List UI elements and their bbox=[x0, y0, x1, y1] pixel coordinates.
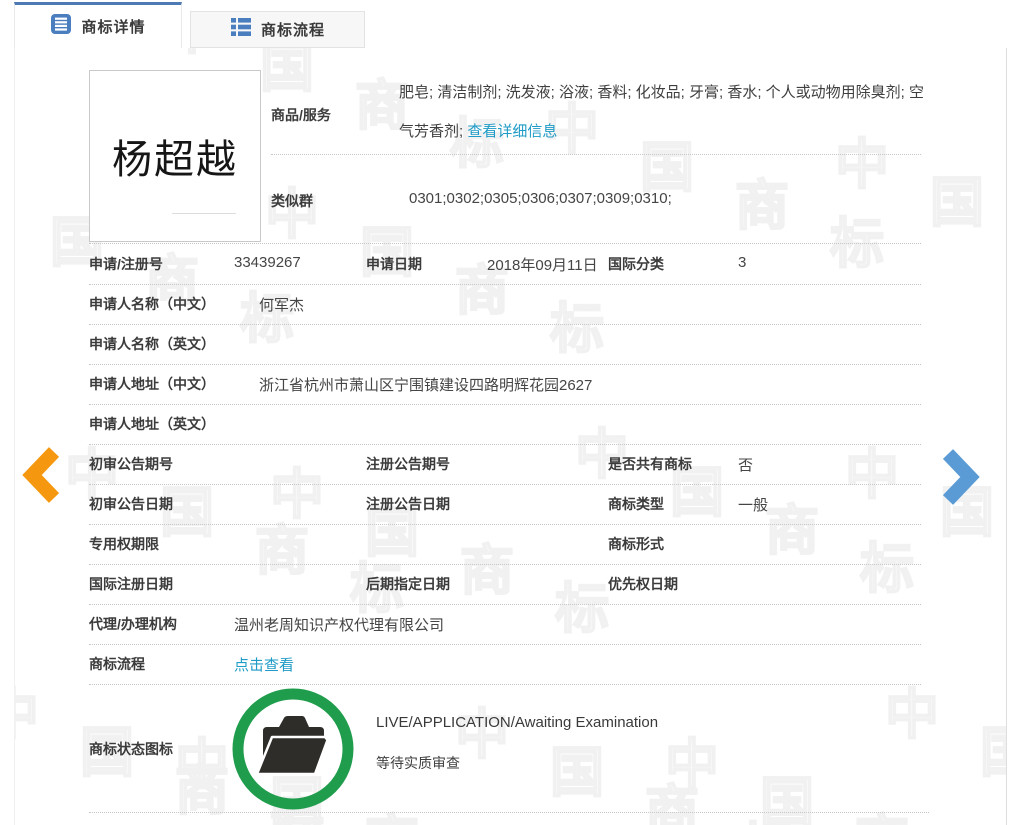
tab-label: 商标流程 bbox=[261, 19, 325, 40]
row-application-number: 申请/注册号 33439267 申请日期 2018年09月11日 国际分类 3 bbox=[15, 254, 1006, 276]
status-text-en: LIVE/APPLICATION/Awaiting Examination bbox=[376, 714, 658, 731]
trademark-image-underline bbox=[172, 213, 236, 214]
goods-services-label: 商品/服务 bbox=[271, 105, 331, 125]
field-label: 申请人地址（中文） bbox=[89, 374, 215, 394]
row-separator bbox=[89, 444, 921, 445]
row-trademark-process: 商标流程 点击查看 bbox=[15, 654, 1006, 676]
field-label: 专用权期限 bbox=[89, 534, 159, 554]
goods-services-value: 肥皂; 清洁制剂; 洗发液; 浴液; 香料; 化妆品; 牙膏; 香水; 个人或动… bbox=[399, 73, 931, 151]
row-applicant-name-cn: 申请人名称（中文） 何军杰 bbox=[15, 294, 1006, 316]
tab-bar: 商标详情 商标流程 bbox=[0, 0, 1013, 48]
row-separator bbox=[271, 154, 921, 155]
tab-trademark-process[interactable]: 商标流程 bbox=[190, 11, 365, 48]
next-arrow-button[interactable] bbox=[942, 449, 982, 510]
tab-label: 商标详情 bbox=[81, 16, 145, 37]
field-label: 商标流程 bbox=[89, 654, 145, 674]
trademark-image-text: 杨超越 bbox=[112, 127, 238, 185]
row-separator bbox=[89, 524, 921, 525]
field-value: 33439267 bbox=[234, 254, 301, 271]
field-label: 初审公告日期 bbox=[89, 494, 173, 514]
field-label: 代理/办理机构 bbox=[89, 614, 177, 634]
row-separator bbox=[89, 243, 921, 244]
row-separator bbox=[89, 644, 921, 645]
field-label: 申请/注册号 bbox=[89, 254, 163, 274]
row-applicant-address-cn: 申请人地址（中文） 浙江省杭州市萧山区宁围镇建设四路明辉花园2627 bbox=[15, 374, 1006, 396]
field-label: 注册公告期号 bbox=[366, 454, 450, 474]
row-agency: 代理/办理机构 温州老周知识产权代理有限公司 bbox=[15, 614, 1006, 636]
row-gazette-dates: 初审公告日期 注册公告日期 商标类型 一般 bbox=[15, 494, 1006, 516]
field-label: 申请人名称（中文） bbox=[89, 294, 215, 314]
row-right-period: 专用权期限 商标形式 bbox=[15, 534, 1006, 556]
field-value: 一般 bbox=[738, 494, 768, 515]
field-label: 申请人地址（英文） bbox=[89, 414, 215, 434]
row-separator bbox=[89, 604, 921, 605]
field-label: 是否共有商标 bbox=[608, 454, 692, 474]
row-separator bbox=[89, 564, 921, 565]
trademark-details-icon bbox=[50, 13, 72, 40]
field-value: 2018年09月11日 bbox=[487, 254, 598, 275]
row-gazette-numbers: 初审公告期号 注册公告期号 是否共有商标 否 bbox=[15, 454, 1006, 476]
field-label: 初审公告期号 bbox=[89, 454, 173, 474]
trademark-process-icon bbox=[230, 17, 252, 42]
row-separator bbox=[89, 284, 921, 285]
field-label: 国际注册日期 bbox=[89, 574, 173, 594]
row-applicant-name-en: 申请人名称（英文） bbox=[15, 334, 1006, 356]
field-label: 商标类型 bbox=[608, 494, 664, 514]
row-separator bbox=[89, 484, 921, 485]
field-label: 优先权日期 bbox=[608, 574, 678, 594]
similar-group-value: 0301;0302;0305;0306;0307;0309;0310; bbox=[409, 190, 672, 207]
field-label: 注册公告日期 bbox=[366, 494, 450, 514]
field-value: 浙江省杭州市萧山区宁围镇建设四路明辉花园2627 bbox=[259, 374, 592, 395]
tab-trademark-details[interactable]: 商标详情 bbox=[14, 2, 182, 48]
field-value: 温州老周知识产权代理有限公司 bbox=[234, 614, 444, 635]
field-value: 何军杰 bbox=[259, 294, 304, 315]
trademark-image: 杨超越 bbox=[89, 70, 261, 242]
row-separator bbox=[89, 684, 921, 685]
status-folder-icon bbox=[231, 687, 355, 811]
status-text-cn: 等待实质审查 bbox=[376, 753, 460, 773]
field-value: 否 bbox=[738, 454, 753, 475]
field-value: 3 bbox=[738, 254, 746, 271]
row-separator bbox=[89, 324, 921, 325]
similar-group-label: 类似群 bbox=[271, 191, 313, 211]
row-separator bbox=[89, 364, 921, 365]
row-separator bbox=[89, 812, 929, 813]
row-applicant-address-en: 申请人地址（英文） bbox=[15, 414, 1006, 436]
status-icon-label: 商标状态图标 bbox=[89, 739, 173, 759]
row-intl-dates: 国际注册日期 后期指定日期 优先权日期 bbox=[15, 574, 1006, 596]
row-separator bbox=[89, 404, 921, 405]
trademark-detail-panel: 中国商标中国商标中国商标中国商标中国商标中国商标中国商标中国商标中国商标中国商标… bbox=[14, 48, 1007, 825]
field-label: 后期指定日期 bbox=[366, 574, 450, 594]
field-label: 申请人名称（英文） bbox=[89, 334, 215, 354]
field-label: 申请日期 bbox=[366, 254, 422, 274]
trademark-detail-page: 商标详情 商标流程 中国商标中国商标中国商标中国商标中国商标中国商标中国商标中国… bbox=[0, 0, 1013, 825]
field-label: 国际分类 bbox=[608, 254, 664, 274]
field-label: 商标形式 bbox=[608, 534, 664, 554]
previous-arrow-button[interactable] bbox=[20, 447, 60, 508]
click-to-view-link[interactable]: 点击查看 bbox=[234, 654, 294, 675]
view-details-link[interactable]: 查看详细信息 bbox=[467, 123, 557, 140]
